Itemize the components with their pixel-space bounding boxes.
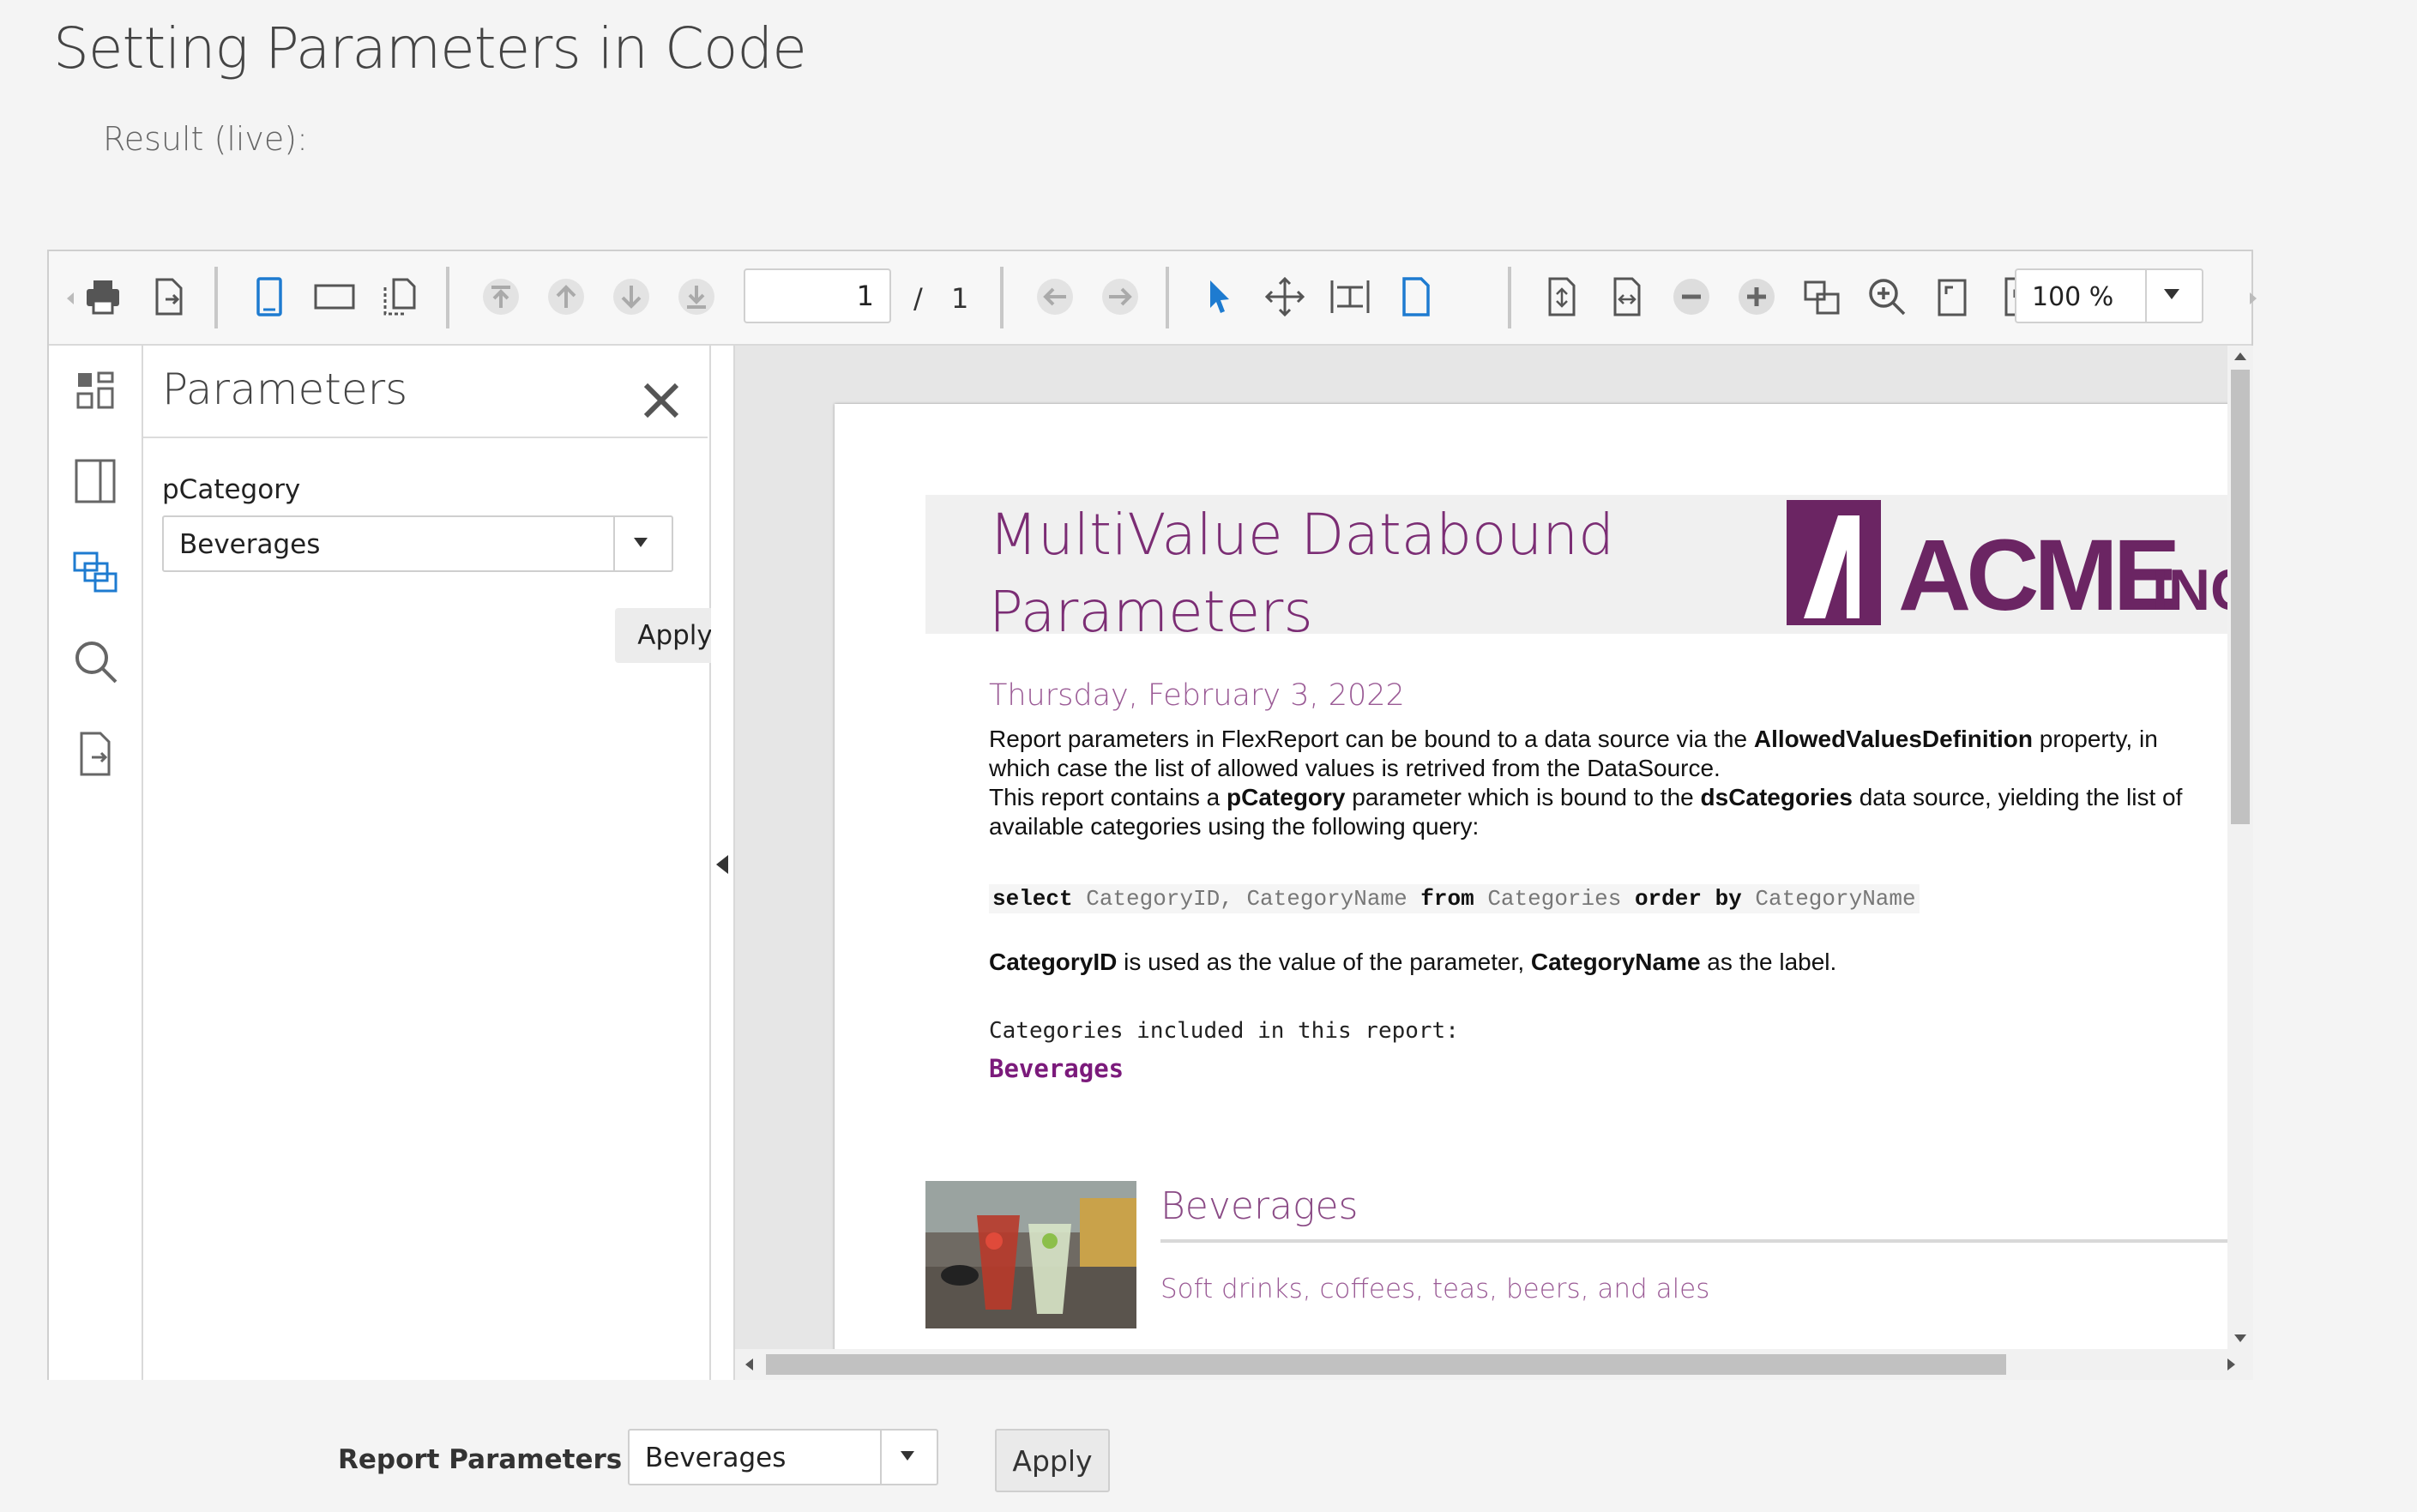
apply-button[interactable]: Apply	[995, 1429, 1110, 1492]
panel-splitter[interactable]	[711, 346, 735, 1380]
horizontal-scrollbar[interactable]	[735, 1349, 2253, 1380]
parameters-panel-icon[interactable]	[71, 548, 119, 596]
zoom-value: 100 %	[2032, 282, 2114, 312]
parameters-panel: Parameters pCategory Beverages Apply	[143, 346, 735, 1380]
category-select[interactable]: Beverages	[628, 1429, 938, 1485]
vertical-scroll-thumb[interactable]	[2231, 370, 2250, 824]
fit-page-width-icon[interactable]	[1605, 275, 1648, 318]
magnifier-page-icon[interactable]	[1394, 275, 1437, 318]
report-paragraph-1: Report parameters in FlexReport can be b…	[989, 726, 2183, 840]
included-label: Categories included in this report:	[989, 1018, 1459, 1044]
thumbnails-panel-icon[interactable]	[71, 366, 119, 414]
full-screen-icon[interactable]	[1931, 275, 1974, 318]
previous-page-icon	[545, 275, 588, 318]
report-parameters-label: Report Parameters	[338, 1444, 623, 1475]
toolbar: 1 / 1 100 %	[49, 251, 2257, 346]
report-viewer: 1 / 1 100 % Parameters pCategory Beverag…	[47, 250, 2257, 1380]
report-title: MultiValue Databound Parameters	[989, 497, 1761, 651]
single-page-icon[interactable]	[248, 275, 291, 318]
move-tool-icon[interactable]	[1263, 275, 1306, 318]
toolbar-scroll-left-icon[interactable]	[49, 277, 74, 320]
close-icon[interactable]	[641, 380, 682, 421]
chevron-down-icon[interactable]	[901, 1451, 914, 1461]
page-number-input[interactable]: 1	[744, 268, 891, 323]
thumbnails-icon[interactable]	[378, 275, 421, 318]
page-separator: /	[913, 282, 923, 315]
first-page-icon	[479, 275, 522, 318]
rubberband-tool-icon[interactable]	[1329, 275, 1371, 318]
zoom-select[interactable]: 100 %	[2015, 268, 2203, 323]
export-panel-icon[interactable]	[71, 730, 119, 778]
next-page-icon	[610, 275, 653, 318]
page-count: 1	[951, 282, 969, 315]
pcategory-select[interactable]: Beverages	[162, 515, 673, 572]
report-query-code: select CategoryID, CategoryName from Cat…	[989, 884, 1920, 913]
chevron-down-icon[interactable]	[2164, 289, 2179, 299]
report-title-line2: Parameters	[989, 579, 1313, 645]
param-label: pCategory	[162, 474, 301, 505]
page-title: Setting Parameters in Code	[53, 15, 807, 81]
zoom-in-icon[interactable]	[1735, 275, 1778, 318]
report-title-line1: MultiValue Databound	[989, 502, 1614, 568]
collapse-arrow-icon[interactable]	[716, 855, 728, 874]
included-value: Beverages	[989, 1054, 1124, 1083]
print-icon[interactable]	[81, 275, 124, 318]
category-description: Soft drinks, coffees, teas, beers, and a…	[1160, 1274, 1710, 1304]
panel-title: Parameters	[162, 364, 408, 414]
category-title: Beverages	[1160, 1184, 1359, 1228]
pcategory-value: Beverages	[179, 529, 321, 560]
outline-panel-icon[interactable]	[71, 457, 119, 505]
side-tab-bar	[49, 346, 143, 1380]
svg-text:ACME: ACME	[1898, 519, 2178, 627]
fit-whole-page-icon[interactable]	[1540, 275, 1582, 318]
chevron-down-icon[interactable]	[634, 538, 648, 547]
actual-size-icon[interactable]	[1800, 275, 1843, 318]
result-label: Result (live):	[103, 120, 308, 158]
report-paragraph-2: CategoryID is used as the value of the p…	[989, 949, 1837, 975]
zoom-tool-icon[interactable]	[1865, 275, 1908, 318]
category-select-value: Beverages	[645, 1443, 787, 1473]
select-tool-icon[interactable]	[1198, 275, 1241, 318]
report-date: Thursday, February 3, 2022	[989, 678, 1405, 713]
horizontal-scroll-thumb[interactable]	[766, 1354, 2006, 1375]
back-icon	[1034, 275, 1076, 318]
continuous-page-icon[interactable]	[313, 275, 356, 318]
report-preview: MultiValue Databound Parameters ACME INC…	[735, 346, 2253, 1380]
export-icon[interactable]	[147, 275, 190, 318]
toolbar-scroll-right-icon[interactable]	[2232, 277, 2257, 320]
report-page: MultiValue Databound Parameters ACME INC…	[835, 404, 2253, 1373]
forward-icon	[1099, 275, 1142, 318]
zoom-out-icon[interactable]	[1670, 275, 1713, 318]
beverages-image	[925, 1181, 1136, 1328]
acme-logo: ACME INC.	[1778, 498, 2253, 632]
last-page-icon	[675, 275, 718, 318]
vertical-scrollbar[interactable]	[2227, 346, 2253, 1349]
search-panel-icon[interactable]	[71, 637, 119, 685]
